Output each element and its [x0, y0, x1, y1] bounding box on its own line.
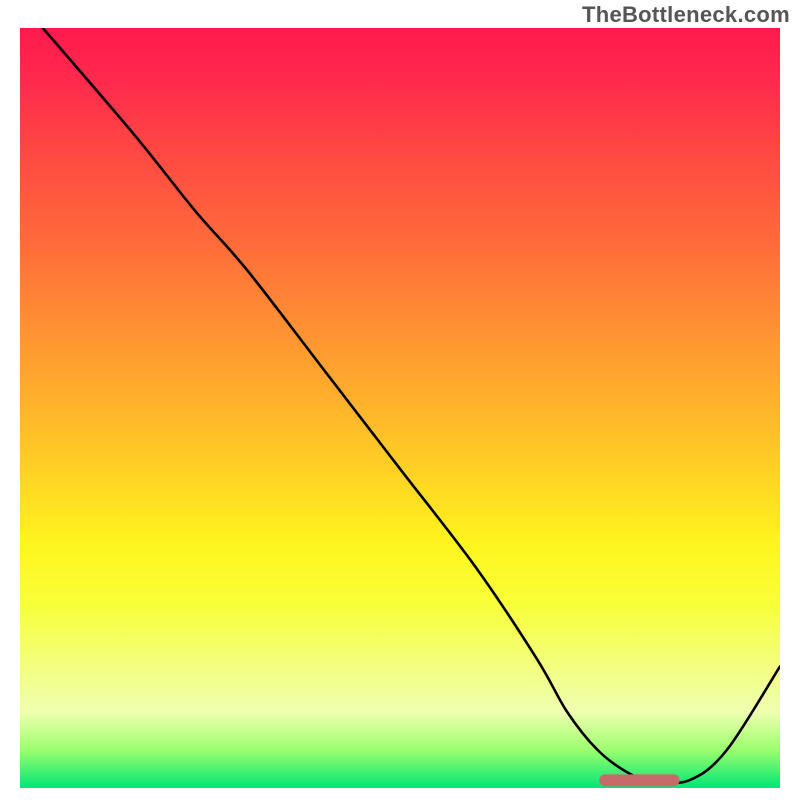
plot-area	[20, 28, 780, 788]
watermark-label: TheBottleneck.com	[582, 2, 790, 28]
chart-container: TheBottleneck.com	[0, 0, 800, 800]
bottleneck-curve	[43, 28, 780, 783]
chart-svg	[20, 28, 780, 788]
